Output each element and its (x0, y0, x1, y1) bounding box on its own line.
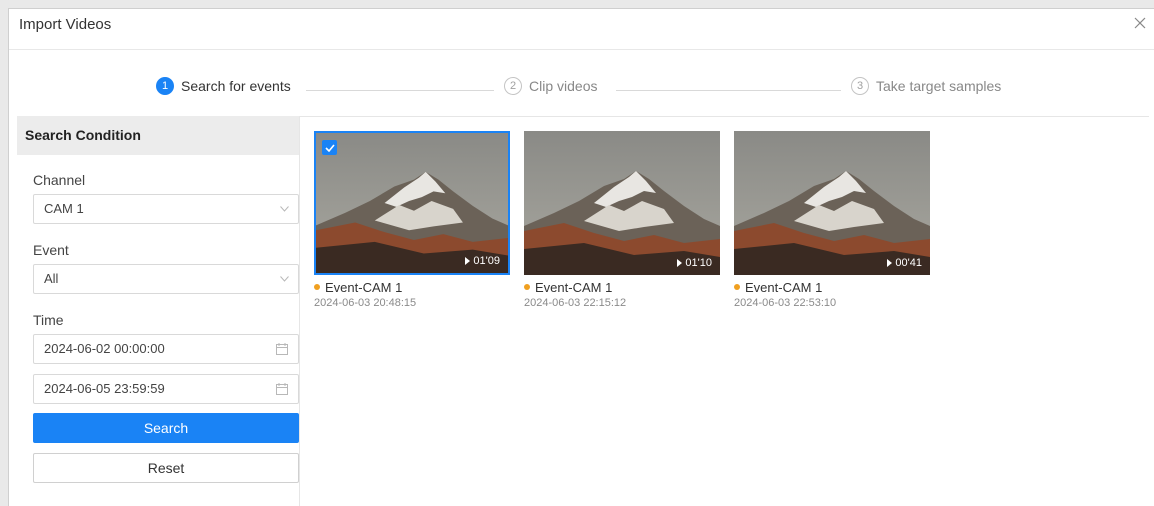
video-duration: 00'41 (887, 257, 922, 269)
event-select[interactable]: All (33, 264, 299, 294)
event-name: Event-CAM 1 (524, 279, 720, 295)
stepper: 1 Search for events 2 Clip videos 3 Take… (9, 77, 1154, 101)
import-videos-dialog: Import Videos 1 Search for events 2 Clip… (8, 8, 1154, 506)
step-label: Clip videos (529, 78, 598, 94)
mountain-thumbnail (524, 131, 720, 275)
calendar-icon (276, 343, 288, 355)
event-card[interactable]: 01'10 Event-CAM 1 2024-06-03 22:15:12 (524, 131, 720, 309)
mountain-thumbnail (734, 131, 930, 275)
play-icon (887, 259, 893, 267)
time-label: Time (33, 312, 64, 328)
channel-label: Channel (33, 172, 86, 188)
event-value: All (44, 271, 59, 286)
event-status-dot (314, 284, 320, 290)
close-icon[interactable] (1132, 15, 1148, 31)
event-time: 2024-06-03 22:15:12 (524, 297, 627, 309)
chevron-down-icon (280, 276, 289, 282)
search-condition-panel: Search Condition Channel CAM 1 Event All… (17, 116, 300, 506)
event-name-text: Event-CAM 1 (745, 279, 823, 295)
video-thumbnail[interactable]: 01'10 (524, 131, 720, 275)
event-label: Event (33, 242, 69, 258)
step-number: 1 (156, 77, 174, 95)
end-time-input[interactable]: 2024-06-05 23:59:59 (33, 374, 299, 404)
event-name: Event-CAM 1 (734, 279, 930, 295)
event-status-dot (734, 284, 740, 290)
results-divider (299, 116, 1149, 117)
duration-text: 01'10 (685, 257, 712, 269)
reset-button[interactable]: Reset (33, 453, 299, 483)
duration-text: 01'09 (473, 255, 500, 267)
event-name-text: Event-CAM 1 (535, 279, 613, 295)
step-search-events: 1 Search for events (156, 77, 291, 95)
event-card[interactable]: 00'41 Event-CAM 1 2024-06-03 22:53:10 (734, 131, 930, 309)
checkmark-icon[interactable] (322, 140, 337, 155)
chevron-down-icon (280, 206, 289, 212)
start-time-value: 2024-06-02 00:00:00 (44, 341, 165, 356)
video-duration: 01'09 (465, 255, 500, 267)
event-time: 2024-06-03 22:53:10 (734, 297, 837, 309)
play-icon (465, 257, 471, 265)
event-name-text: Event-CAM 1 (325, 279, 403, 295)
dialog-title: Import Videos (19, 16, 112, 33)
event-time: 2024-06-03 20:48:15 (314, 297, 417, 309)
duration-text: 00'41 (895, 257, 922, 269)
end-time-value: 2024-06-05 23:59:59 (44, 381, 165, 396)
channel-select[interactable]: CAM 1 (33, 194, 299, 224)
step-number: 3 (851, 77, 869, 95)
video-thumbnail[interactable]: 01'09 (314, 131, 510, 275)
step-take-target-samples: 3 Take target samples (851, 77, 1001, 95)
search-button[interactable]: Search (33, 413, 299, 443)
step-label: Take target samples (876, 78, 1002, 94)
search-condition-header: Search Condition (17, 116, 299, 155)
step-number: 2 (504, 77, 522, 95)
step-clip-videos: 2 Clip videos (504, 77, 597, 95)
start-time-input[interactable]: 2024-06-02 00:00:00 (33, 334, 299, 364)
event-status-dot (524, 284, 530, 290)
step-label: Search for events (181, 78, 291, 94)
calendar-icon (276, 383, 288, 395)
event-name: Event-CAM 1 (314, 279, 510, 295)
video-duration: 01'10 (677, 257, 712, 269)
channel-value: CAM 1 (44, 201, 84, 216)
video-thumbnail[interactable]: 00'41 (734, 131, 930, 275)
mountain-thumbnail (316, 133, 508, 273)
play-icon (677, 259, 683, 267)
event-card[interactable]: 01'09 Event-CAM 1 2024-06-03 20:48:15 (314, 131, 510, 309)
dialog-titlebar: Import Videos (9, 9, 1154, 50)
